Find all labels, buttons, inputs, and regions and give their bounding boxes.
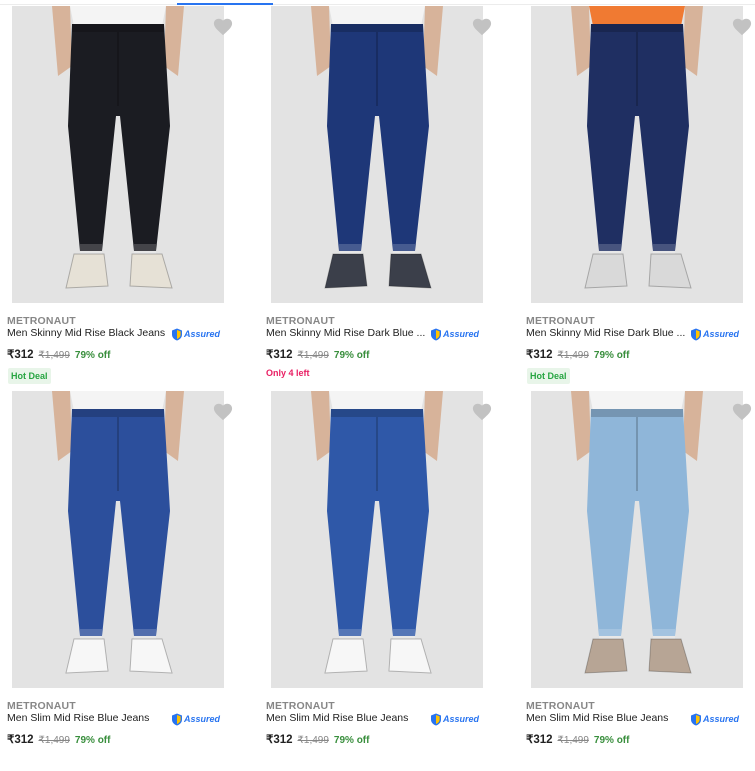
product-card[interactable]: METRONAUT Men Slim Mid Rise Blue Jeans Ass…: [266, 391, 510, 771]
original-price: ₹1,499: [38, 735, 70, 746]
assured-shield-icon: [431, 713, 441, 725]
top-divider: [0, 4, 755, 5]
original-price: ₹1,499: [557, 735, 589, 746]
discount-percent: 79% off: [74, 735, 111, 746]
assured-shield-icon: [431, 328, 441, 340]
product-photo[interactable]: [12, 391, 224, 688]
product-photo[interactable]: [531, 391, 743, 688]
discount-percent: 79% off: [593, 350, 630, 361]
assured-badge: Assured: [690, 712, 739, 726]
discount-percent: 79% off: [333, 350, 370, 361]
price-row: ₹312 ₹1,499 79% off: [526, 347, 629, 361]
assured-label: Assured: [703, 329, 740, 339]
product-title[interactable]: Men Skinny Mid Rise Dark Blue ...: [526, 327, 685, 339]
discount-percent: 79% off: [593, 735, 630, 746]
assured-shield-icon: [691, 328, 701, 340]
price-row: ₹312 ₹1,499 79% off: [7, 732, 110, 746]
heart-icon[interactable]: [212, 401, 234, 421]
heart-icon[interactable]: [212, 16, 234, 36]
product-photo[interactable]: [531, 6, 743, 303]
product-photo[interactable]: [12, 6, 224, 303]
product-brand: METRONAUT: [7, 700, 76, 712]
product-card[interactable]: METRONAUT Men Slim Mid Rise Blue Jeans Ass…: [526, 391, 755, 771]
assured-label: Assured: [443, 329, 480, 339]
product-card[interactable]: METRONAUT Men Skinny Mid Rise Dark Blue .…: [266, 6, 510, 386]
original-price: ₹1,499: [557, 350, 589, 361]
heart-icon[interactable]: [731, 16, 753, 36]
product-title[interactable]: Men Skinny Mid Rise Dark Blue ...: [266, 327, 425, 339]
product-title[interactable]: Men Slim Mid Rise Blue Jeans: [526, 712, 668, 724]
product-title[interactable]: Men Slim Mid Rise Blue Jeans: [7, 712, 149, 724]
original-price: ₹1,499: [38, 350, 70, 361]
heart-icon[interactable]: [471, 16, 493, 36]
selling-price: ₹312: [7, 734, 34, 746]
assured-label: Assured: [443, 714, 480, 724]
assured-shield-icon: [691, 713, 701, 725]
price-row: ₹312 ₹1,499 79% off: [526, 732, 629, 746]
product-brand: METRONAUT: [526, 315, 595, 327]
selling-price: ₹312: [526, 349, 553, 361]
assured-shield-icon: [172, 328, 182, 340]
selling-price: ₹312: [526, 734, 553, 746]
selling-price: ₹312: [266, 734, 293, 746]
product-card[interactable]: METRONAUT Men Slim Mid Rise Blue Jeans Ass…: [7, 391, 251, 771]
hot-deal-badge: Hot Deal: [8, 368, 51, 384]
assured-label: Assured: [703, 714, 740, 724]
price-row: ₹312 ₹1,499 79% off: [7, 347, 110, 361]
product-card[interactable]: METRONAUT Men Skinny Mid Rise Dark Blue .…: [526, 6, 755, 386]
product-photo[interactable]: [271, 391, 483, 688]
product-brand: METRONAUT: [7, 315, 76, 327]
product-brand: METRONAUT: [266, 700, 335, 712]
price-row: ₹312 ₹1,499 79% off: [266, 347, 369, 361]
stock-warning: Only 4 left: [266, 368, 310, 378]
product-photo[interactable]: [271, 6, 483, 303]
product-title[interactable]: Men Slim Mid Rise Blue Jeans: [266, 712, 408, 724]
product-image: [531, 6, 743, 303]
selling-price: ₹312: [266, 349, 293, 361]
assured-badge: Assured: [430, 327, 479, 341]
assured-badge: Assured: [430, 712, 479, 726]
product-brand: METRONAUT: [266, 315, 335, 327]
heart-icon[interactable]: [731, 401, 753, 421]
active-tab-indicator: [177, 3, 273, 5]
product-brand: METRONAUT: [526, 700, 595, 712]
assured-label: Assured: [184, 329, 221, 339]
product-image: [271, 6, 483, 303]
original-price: ₹1,499: [297, 735, 329, 746]
assured-badge: Assured: [171, 712, 220, 726]
price-row: ₹312 ₹1,499 79% off: [266, 732, 369, 746]
heart-icon[interactable]: [471, 401, 493, 421]
product-image: [271, 391, 483, 688]
selling-price: ₹312: [7, 349, 34, 361]
product-image: [12, 391, 224, 688]
assured-shield-icon: [172, 713, 182, 725]
product-image: [12, 6, 224, 303]
hot-deal-badge: Hot Deal: [527, 368, 570, 384]
assured-badge: Assured: [690, 327, 739, 341]
discount-percent: 79% off: [333, 735, 370, 746]
assured-label: Assured: [184, 714, 221, 724]
assured-badge: Assured: [171, 327, 220, 341]
discount-percent: 79% off: [74, 350, 111, 361]
product-title[interactable]: Men Skinny Mid Rise Black Jeans: [7, 327, 165, 339]
product-card[interactable]: METRONAUT Men Skinny Mid Rise Black Jeans…: [7, 6, 251, 386]
product-image: [531, 391, 743, 688]
original-price: ₹1,499: [297, 350, 329, 361]
